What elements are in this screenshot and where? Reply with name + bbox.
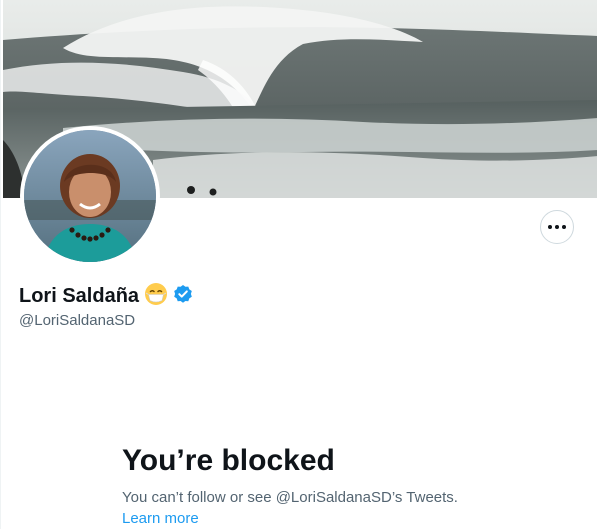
face-with-medical-mask-icon [144,282,168,311]
avatar [24,130,156,262]
more-options-button[interactable] [540,210,574,244]
person-portrait-photo [24,130,156,262]
profile-handle: @LoriSaldanaSD [19,312,136,329]
verified-badge-icon[interactable] [173,284,193,309]
learn-more-link[interactable]: Learn more [122,510,199,527]
more-horizontal-icon [548,225,566,229]
display-name: Lori Saldaña [19,284,140,307]
blocked-message: You can’t follow or see @LoriSaldanaSD’s… [122,489,458,506]
profile-page: Lori Saldaña @LoriSaldanaSD You’re block… [0,0,597,529]
profile-avatar-frame[interactable] [20,126,160,266]
profile-name-row: Lori Saldaña [19,282,193,310]
blocked-heading: You’re blocked [122,444,335,477]
